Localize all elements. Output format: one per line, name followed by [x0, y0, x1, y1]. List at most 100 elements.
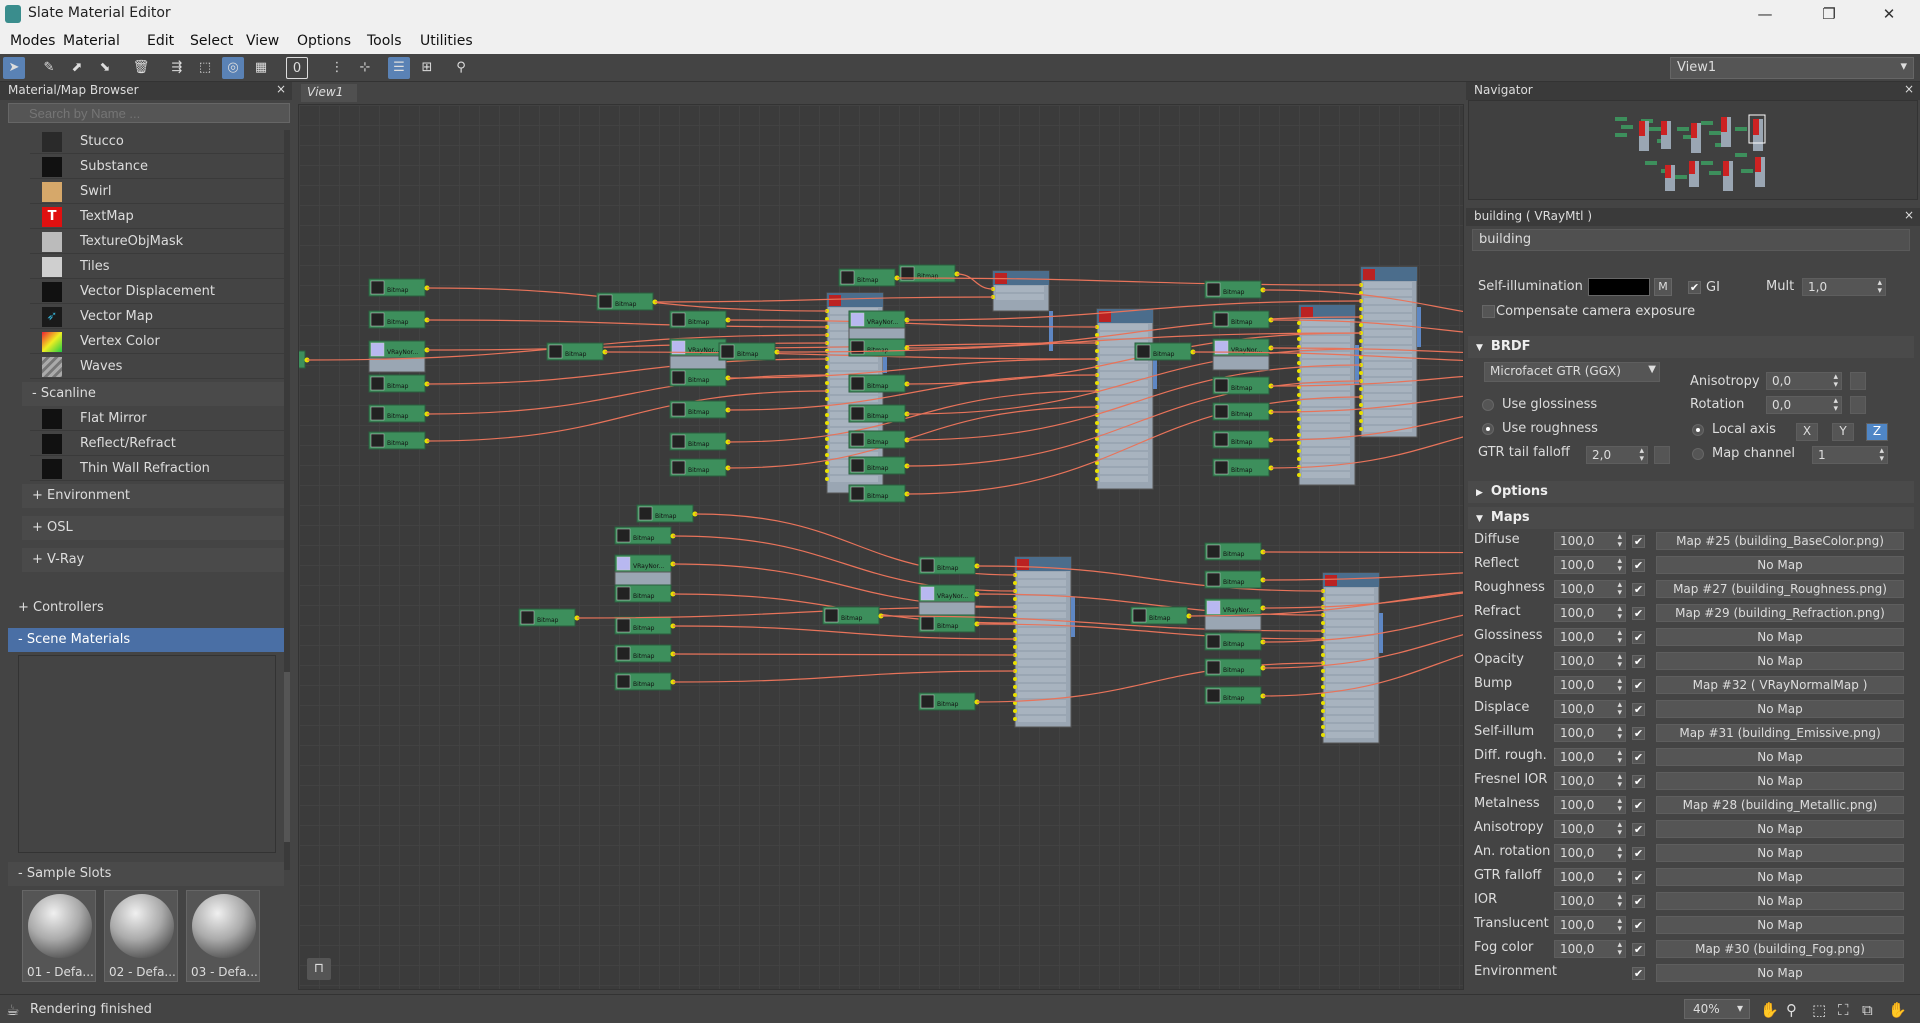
- node-input-socket[interactable]: [1297, 417, 1301, 421]
- gi-checkbox[interactable]: ✔: [1688, 281, 1701, 294]
- scene-materials-header[interactable]: - Scene Materials: [8, 628, 284, 652]
- node-input-socket[interactable]: [1321, 717, 1325, 721]
- map-enable-checkbox[interactable]: ✔: [1632, 631, 1645, 644]
- navigator-minimap[interactable]: [1605, 113, 1837, 193]
- map-enable-checkbox[interactable]: ✔: [1632, 703, 1645, 716]
- bitmap-node[interactable]: Bitmap: [368, 278, 430, 297]
- map-channel-spinner[interactable]: 1 ▴ ▾: [1812, 446, 1888, 464]
- bitmap-node[interactable]: Bitmap: [1204, 542, 1266, 561]
- sample-slot[interactable]: 03 - Defa...: [186, 890, 260, 982]
- map-slot-button[interactable]: Map #32 ( VRayNormalMap ): [1656, 676, 1904, 694]
- bitmap-node[interactable]: Bitmap: [848, 484, 910, 503]
- put-material-icon[interactable]: ⬈: [66, 57, 88, 79]
- node-input-socket[interactable]: [1359, 427, 1363, 431]
- compensate-checkbox[interactable]: [1482, 305, 1495, 318]
- map-amount-spinner[interactable]: 100,0 ▴ ▾: [1554, 844, 1626, 862]
- map-slot-button[interactable]: No Map: [1656, 772, 1904, 790]
- node-input-socket[interactable]: [825, 421, 829, 425]
- bitmap-node[interactable]: Bitmap: [1204, 632, 1266, 651]
- select-tool-icon[interactable]: ➤: [3, 57, 25, 79]
- menu-edit[interactable]: Edit: [147, 33, 174, 49]
- hide-unused-icon[interactable]: ⬚: [194, 57, 216, 79]
- material-name-field[interactable]: building: [1472, 229, 1910, 251]
- bitmap-node[interactable]: Bitmap: [1212, 402, 1274, 421]
- map-enable-checkbox[interactable]: ✔: [1632, 559, 1645, 572]
- node-input-socket[interactable]: [1321, 709, 1325, 713]
- map-amount-spinner[interactable]: 100,0 ▴ ▾: [1554, 940, 1626, 958]
- parameter-editor-icon[interactable]: ⊞: [416, 57, 438, 79]
- list-item[interactable]: Swirl: [30, 180, 284, 204]
- bitmap-node[interactable]: Bitmap: [848, 374, 910, 393]
- node-input-socket[interactable]: [1297, 361, 1301, 365]
- sample-slot[interactable]: 02 - Defa...: [104, 890, 178, 982]
- menu-utilities[interactable]: Utilities: [420, 33, 473, 49]
- node-input-socket[interactable]: [1013, 677, 1017, 681]
- map-enable-checkbox[interactable]: ✔: [1632, 535, 1645, 548]
- node-input-socket[interactable]: [1095, 453, 1099, 457]
- map-enable-checkbox[interactable]: ✔: [1632, 967, 1645, 980]
- node-input-socket[interactable]: [1013, 661, 1017, 665]
- axis-x-button[interactable]: X: [1796, 423, 1818, 441]
- bitmap-node[interactable]: Bitmap: [614, 616, 676, 635]
- node-input-socket[interactable]: [1321, 621, 1325, 625]
- zoom-dropdown[interactable]: 40% ▾: [1684, 999, 1750, 1019]
- map-amount-spinner[interactable]: 100,0 ▴ ▾: [1554, 748, 1626, 766]
- use-glossiness-radio[interactable]: [1482, 399, 1494, 411]
- node-input-socket[interactable]: [825, 445, 829, 449]
- map-amount-spinner[interactable]: 100,0 ▴ ▾: [1554, 532, 1626, 550]
- map-slot-button[interactable]: No Map: [1656, 700, 1904, 718]
- normal-map-node[interactable]: VRayNor...: [614, 554, 676, 587]
- map-enable-checkbox[interactable]: ✔: [1632, 655, 1645, 668]
- rotation-spinner[interactable]: 0,0 ▴ ▾: [1766, 396, 1842, 414]
- show-map-icon[interactable]: ◎: [222, 57, 244, 79]
- node-input-socket[interactable]: [1297, 377, 1301, 381]
- tab-view1[interactable]: View1: [301, 84, 357, 102]
- map-slot-button[interactable]: No Map: [1656, 556, 1904, 574]
- bitmap-node[interactable]: Bitmap: [1204, 280, 1266, 299]
- node-input-socket[interactable]: [1321, 685, 1325, 689]
- bitmap-node[interactable]: Bitmap: [669, 310, 731, 329]
- map-slot-button[interactable]: No Map: [1656, 892, 1904, 910]
- map-slot-button[interactable]: Map #29 (building_Refraction.png): [1656, 604, 1904, 622]
- bitmap-node[interactable]: Bitmap: [614, 526, 676, 545]
- node-input-socket[interactable]: [1297, 329, 1301, 333]
- node-input-socket[interactable]: [1359, 411, 1363, 415]
- menu-tools[interactable]: Tools: [367, 33, 402, 49]
- bitmap-node[interactable]: Bitmap: [669, 368, 731, 387]
- close-icon[interactable]: ×: [1904, 208, 1914, 222]
- material-node[interactable]: [991, 270, 1053, 351]
- node-body[interactable]: [614, 571, 672, 587]
- pick-material-icon[interactable]: ✎: [38, 57, 60, 79]
- node-input-socket[interactable]: [1013, 613, 1017, 617]
- node-input-socket[interactable]: [825, 365, 829, 369]
- local-axis-radio[interactable]: [1692, 424, 1704, 436]
- bitmap-node[interactable]: Bitmap: [918, 692, 980, 711]
- node-input-socket[interactable]: [1321, 653, 1325, 657]
- normal-map-node[interactable]: VRayNor...: [1212, 338, 1274, 371]
- use-roughness-radio[interactable]: [1482, 423, 1494, 435]
- bitmap-node[interactable]: Bitmap: [1130, 606, 1192, 625]
- node-input-socket[interactable]: [1095, 349, 1099, 353]
- node-body[interactable]: [1212, 355, 1270, 371]
- node-input-socket[interactable]: [1013, 693, 1017, 697]
- brdf-type-dropdown[interactable]: Microfacet GTR (GGX) ▼: [1484, 362, 1660, 382]
- scene-materials-list[interactable]: [18, 655, 276, 853]
- node-input-socket[interactable]: [1297, 369, 1301, 373]
- map-enable-checkbox[interactable]: ✔: [1632, 799, 1645, 812]
- bitmap-node[interactable]: Bitmap: [822, 606, 884, 625]
- node-input-socket[interactable]: [1095, 421, 1099, 425]
- assign-material-icon[interactable]: ⬊: [94, 57, 116, 79]
- node-input-socket[interactable]: [1297, 321, 1301, 325]
- bitmap-node[interactable]: Bitmap: [546, 342, 608, 361]
- list-item[interactable]: Stucco: [30, 130, 284, 154]
- layout-vertical-icon[interactable]: ⋮: [326, 57, 348, 79]
- map-slot-button[interactable]: No Map: [1656, 652, 1904, 670]
- bitmap-node[interactable]: Bitmap: [518, 608, 580, 627]
- node-input-socket[interactable]: [1297, 457, 1301, 461]
- map-slot-button[interactable]: No Map: [1656, 748, 1904, 766]
- node-view[interactable]: Bitmap Bitmap VRayNor... Bitmap Bitmap Bitmap…: [298, 104, 1464, 990]
- node-input-socket[interactable]: [1359, 307, 1363, 311]
- node-input-socket[interactable]: [1013, 709, 1017, 713]
- node-input-socket[interactable]: [825, 429, 829, 433]
- node-input-socket[interactable]: [1359, 323, 1363, 327]
